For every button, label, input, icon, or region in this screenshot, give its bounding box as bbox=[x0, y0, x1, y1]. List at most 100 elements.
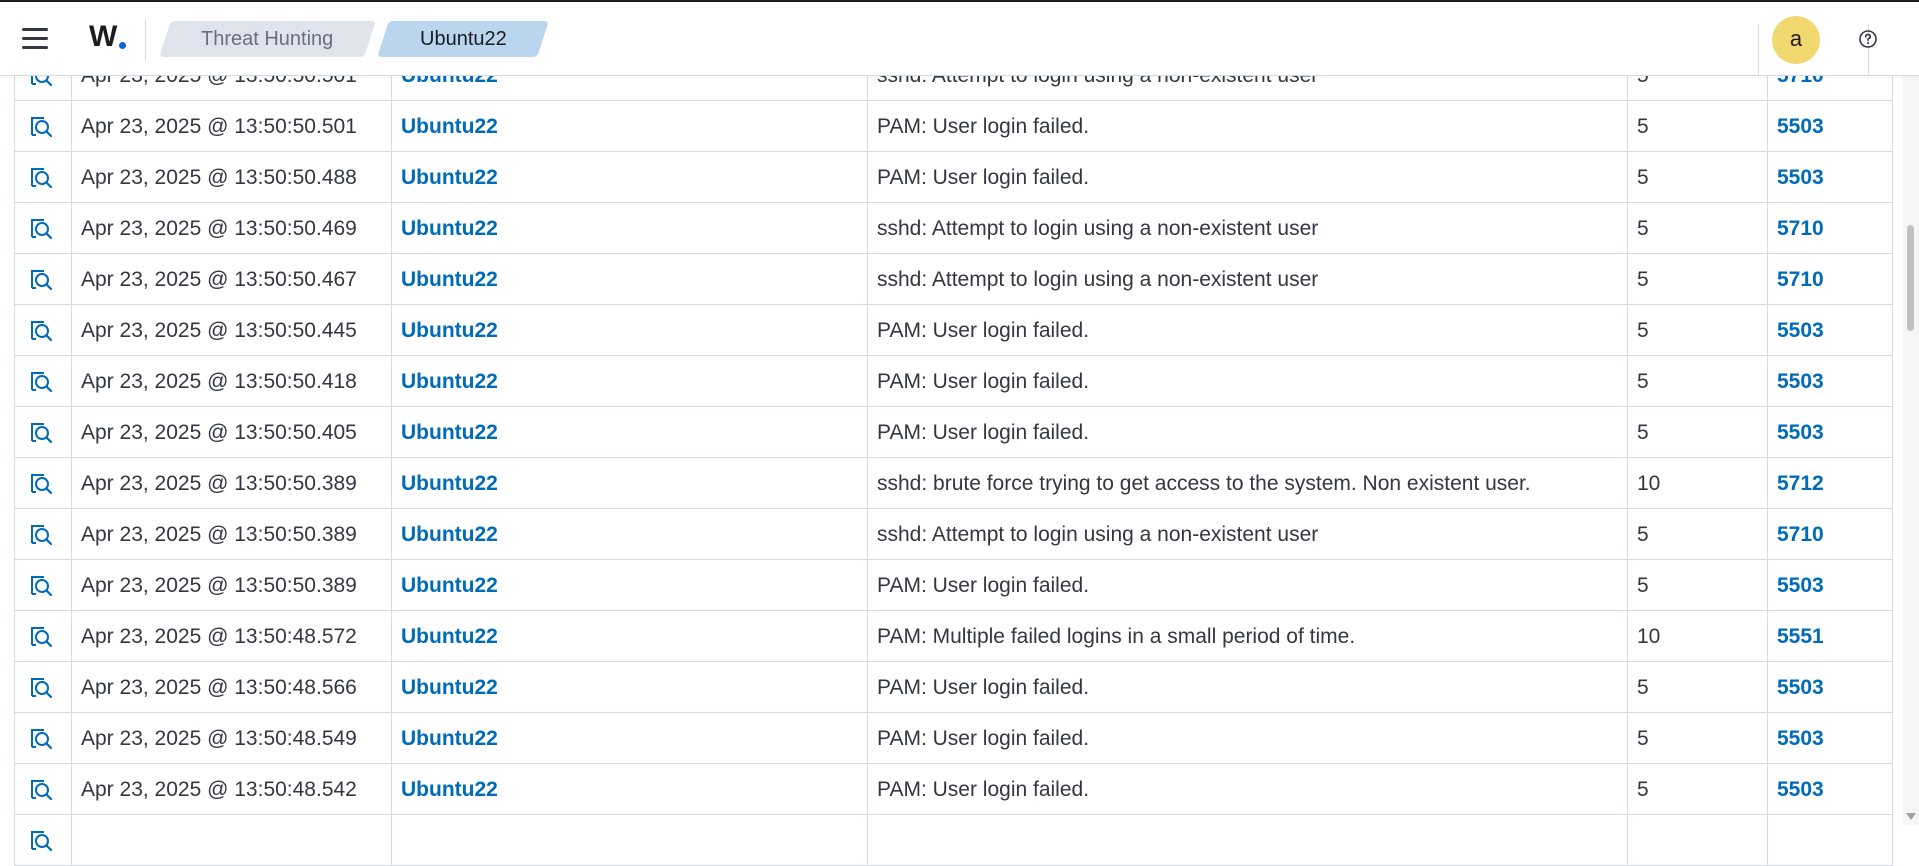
agent-link[interactable]: Ubuntu22 bbox=[392, 509, 868, 560]
table-row[interactable]: Apr 23, 2025 @ 13:50:50.501 Ubuntu22 PAM: … bbox=[14, 101, 1893, 152]
table-row[interactable]: Apr 23, 2025 @ 13:50:48.572 Ubuntu22 PAM: … bbox=[14, 611, 1893, 662]
inspect-document-icon[interactable] bbox=[28, 522, 54, 548]
inspect-document-icon[interactable] bbox=[28, 267, 54, 293]
vertical-scrollbar[interactable] bbox=[1903, 75, 1919, 825]
scroll-down-arrow-icon[interactable] bbox=[1906, 813, 1916, 820]
inspect-document-icon[interactable] bbox=[28, 573, 54, 599]
table-row[interactable]: Apr 23, 2025 @ 13:50:48.549 Ubuntu22 PAM: … bbox=[14, 713, 1893, 764]
breadcrumb-threat-hunting[interactable]: Threat Hunting bbox=[159, 21, 376, 57]
rule-id-link[interactable]: 5503 bbox=[1768, 560, 1893, 611]
scrollbar-thumb[interactable] bbox=[1907, 225, 1914, 331]
agent-link[interactable]: Ubuntu22 bbox=[392, 407, 868, 458]
timestamp-cell: Apr 23, 2025 @ 13:50:50.445 bbox=[72, 305, 392, 356]
table-row[interactable]: Apr 23, 2025 @ 13:50:50.405 Ubuntu22 PAM: … bbox=[14, 407, 1893, 458]
rule-level-cell: 5 bbox=[1628, 713, 1768, 764]
inspect-cell bbox=[14, 662, 72, 713]
rule-level-cell bbox=[1628, 815, 1768, 866]
inspect-cell bbox=[14, 407, 72, 458]
rule-id-link[interactable]: 5503 bbox=[1768, 152, 1893, 203]
header-divider bbox=[1758, 24, 1759, 76]
rule-id-link[interactable]: 5710 bbox=[1768, 203, 1893, 254]
table-row[interactable]: Apr 23, 2025 @ 13:50:50.389 Ubuntu22 sshd:… bbox=[14, 458, 1893, 509]
agent-link[interactable]: Ubuntu22 bbox=[392, 356, 868, 407]
rule-id-link[interactable]: 5551 bbox=[1768, 611, 1893, 662]
rule-id-link[interactable]: 5503 bbox=[1768, 662, 1893, 713]
agent-link[interactable]: Ubuntu22 bbox=[392, 713, 868, 764]
inspect-document-icon[interactable] bbox=[28, 114, 54, 140]
agent-link[interactable]: Ubuntu22 bbox=[392, 305, 868, 356]
timestamp-cell: Apr 23, 2025 @ 13:50:50.389 bbox=[72, 458, 392, 509]
rule-id-link[interactable] bbox=[1768, 815, 1893, 866]
table-row[interactable]: Apr 23, 2025 @ 13:50:48.566 Ubuntu22 PAM: … bbox=[14, 662, 1893, 713]
inspect-document-icon[interactable] bbox=[28, 726, 54, 752]
rule-id-link[interactable]: 5503 bbox=[1768, 407, 1893, 458]
help-icon[interactable] bbox=[1858, 29, 1878, 49]
breadcrumb-agent[interactable]: Ubuntu22 bbox=[377, 21, 549, 57]
timestamp-cell: Apr 23, 2025 @ 13:50:50.501 bbox=[72, 101, 392, 152]
timestamp-cell: Apr 23, 2025 @ 13:50:50.488 bbox=[72, 152, 392, 203]
table-row[interactable]: Apr 23, 2025 @ 13:50:50.467 Ubuntu22 sshd:… bbox=[14, 254, 1893, 305]
inspect-cell bbox=[14, 305, 72, 356]
rule-id-link[interactable]: 5503 bbox=[1768, 356, 1893, 407]
table-row[interactable]: Apr 23, 2025 @ 13:50:50.389 Ubuntu22 PAM: … bbox=[14, 560, 1893, 611]
rule-level-cell: 5 bbox=[1628, 305, 1768, 356]
breadcrumb-label: Threat Hunting bbox=[201, 28, 334, 50]
inspect-document-icon[interactable] bbox=[28, 216, 54, 242]
inspect-document-icon[interactable] bbox=[28, 624, 54, 650]
inspect-document-icon[interactable] bbox=[28, 777, 54, 803]
agent-link[interactable]: Ubuntu22 bbox=[392, 560, 868, 611]
agent-link[interactable]: Ubuntu22 bbox=[392, 662, 868, 713]
logo-divider bbox=[145, 20, 146, 60]
rule-id-link[interactable]: 5503 bbox=[1768, 101, 1893, 152]
app-logo[interactable]: W bbox=[89, 20, 117, 54]
inspect-document-icon[interactable] bbox=[28, 420, 54, 446]
agent-link[interactable]: Ubuntu22 bbox=[392, 254, 868, 305]
inspect-cell bbox=[14, 101, 72, 152]
inspect-document-icon[interactable] bbox=[28, 675, 54, 701]
rule-description-cell: PAM: User login failed. bbox=[868, 305, 1628, 356]
rule-description-cell: PAM: User login failed. bbox=[868, 713, 1628, 764]
inspect-document-icon[interactable] bbox=[28, 165, 54, 191]
inspect-document-icon[interactable] bbox=[28, 318, 54, 344]
agent-link[interactable]: Ubuntu22 bbox=[392, 764, 868, 815]
rule-level-cell: 5 bbox=[1628, 764, 1768, 815]
rule-description-cell: PAM: User login failed. bbox=[868, 101, 1628, 152]
inspect-document-icon[interactable] bbox=[28, 369, 54, 395]
agent-link[interactable]: Ubuntu22 bbox=[392, 101, 868, 152]
table-row[interactable] bbox=[14, 815, 1893, 866]
agent-link[interactable]: Ubuntu22 bbox=[392, 152, 868, 203]
rule-id-link[interactable]: 5710 bbox=[1768, 254, 1893, 305]
rule-description-cell: PAM: Multiple failed logins in a small p… bbox=[868, 611, 1628, 662]
inspect-cell bbox=[14, 254, 72, 305]
agent-link[interactable]: Ubuntu22 bbox=[392, 611, 868, 662]
rule-id-link[interactable]: 5710 bbox=[1768, 509, 1893, 560]
rule-description-cell: sshd: Attempt to login using a non-exist… bbox=[868, 203, 1628, 254]
user-avatar[interactable]: a bbox=[1772, 16, 1820, 64]
rule-id-link[interactable]: 5503 bbox=[1768, 305, 1893, 356]
table-row[interactable]: Apr 23, 2025 @ 13:50:50.445 Ubuntu22 PAM: … bbox=[14, 305, 1893, 356]
inspect-document-icon[interactable] bbox=[28, 471, 54, 497]
agent-link[interactable]: Ubuntu22 bbox=[392, 203, 868, 254]
table-row[interactable]: Apr 23, 2025 @ 13:50:50.418 Ubuntu22 PAM: … bbox=[14, 356, 1893, 407]
inspect-cell bbox=[14, 713, 72, 764]
table-row[interactable]: Apr 23, 2025 @ 13:50:48.542 Ubuntu22 PAM: … bbox=[14, 764, 1893, 815]
rule-id-link[interactable]: 5503 bbox=[1768, 764, 1893, 815]
rule-description-cell: PAM: User login failed. bbox=[868, 407, 1628, 458]
rule-description-cell: PAM: User login failed. bbox=[868, 152, 1628, 203]
inspect-document-icon[interactable] bbox=[28, 828, 54, 854]
timestamp-cell: Apr 23, 2025 @ 13:50:48.549 bbox=[72, 713, 392, 764]
rule-level-cell: 5 bbox=[1628, 101, 1768, 152]
rule-id-link[interactable]: 5712 bbox=[1768, 458, 1893, 509]
table-row[interactable]: Apr 23, 2025 @ 13:50:50.389 Ubuntu22 sshd:… bbox=[14, 509, 1893, 560]
rule-id-link[interactable]: 5503 bbox=[1768, 713, 1893, 764]
menu-hamburger-icon[interactable] bbox=[22, 28, 48, 50]
table-row[interactable]: Apr 23, 2025 @ 13:50:50.469 Ubuntu22 sshd:… bbox=[14, 203, 1893, 254]
timestamp-cell: Apr 23, 2025 @ 13:50:48.566 bbox=[72, 662, 392, 713]
rule-level-cell: 5 bbox=[1628, 407, 1768, 458]
agent-link[interactable]: Ubuntu22 bbox=[392, 458, 868, 509]
agent-link[interactable] bbox=[392, 815, 868, 866]
rule-level-cell: 5 bbox=[1628, 254, 1768, 305]
rule-level-cell: 5 bbox=[1628, 560, 1768, 611]
table-row[interactable]: Apr 23, 2025 @ 13:50:50.488 Ubuntu22 PAM: … bbox=[14, 152, 1893, 203]
inspect-cell bbox=[14, 815, 72, 866]
